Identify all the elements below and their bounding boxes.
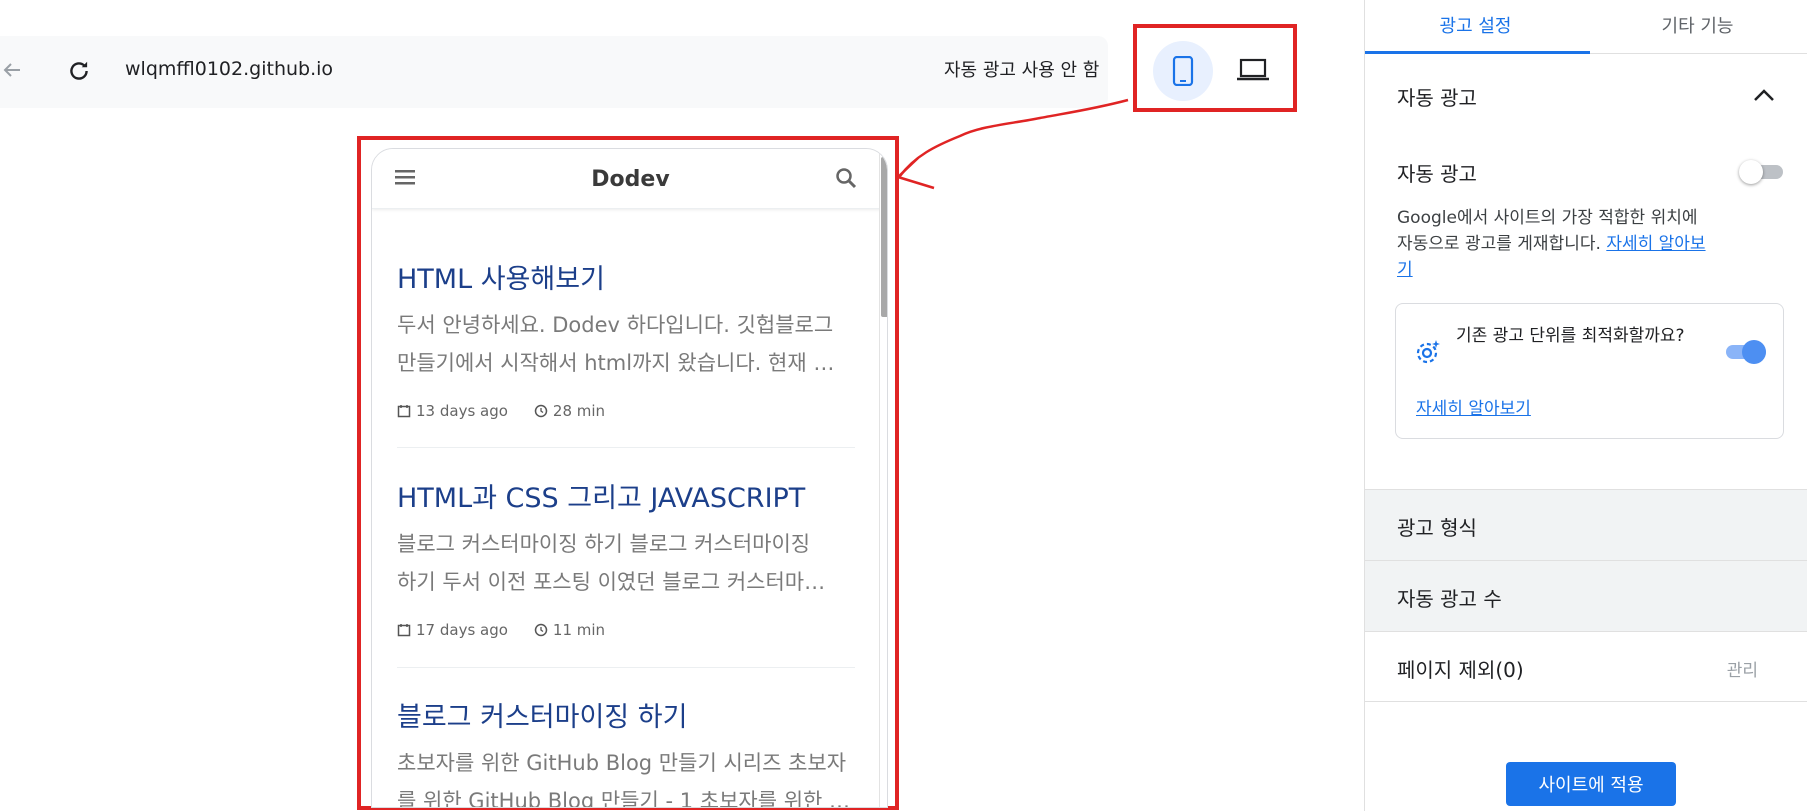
post-divider [397, 667, 855, 668]
mobile-preview-frame: Dodev HTML 사용해보기 두서 안녕하세요. Dodev 하다입니다. … [371, 148, 888, 808]
post-date: 17 days ago [397, 621, 508, 639]
scrollbar-thumb[interactable] [881, 157, 887, 317]
laptop-icon[interactable] [1237, 56, 1269, 84]
toggle-knob [1742, 340, 1766, 364]
page-exclusion-section: 페이지 제외(0) 관리 [1365, 631, 1807, 702]
calendar-icon [397, 405, 411, 418]
auto-ads-section-title[interactable]: 자동 광고 [1397, 82, 1477, 111]
post-date: 13 days ago [397, 402, 508, 420]
chevron-up-icon[interactable] [1753, 88, 1775, 102]
annotation-arrow [895, 98, 1129, 190]
mobile-phone-icon [1172, 56, 1194, 86]
auto-ad-count-section[interactable]: 자동 광고 수 [1365, 560, 1807, 631]
post-item[interactable]: 블로그 커스터마이징 하기 초보자를 위한 GitHub Blog 만들기 시리… [397, 695, 855, 808]
post-meta: 17 days ago 11 min [397, 621, 855, 639]
ad-settings-panel: 광고 설정 기타 기능 자동 광고 자동 광고 Google에서 사이트의 가장… [1364, 0, 1807, 811]
tab-ad-settings[interactable]: 광고 설정 [1365, 12, 1586, 38]
optimize-toggle[interactable] [1722, 340, 1766, 364]
post-read-time-text: 11 min [552, 621, 606, 639]
preview-scrollbar[interactable] [879, 149, 887, 807]
post-title[interactable]: HTML 사용해보기 [397, 257, 855, 296]
post-title[interactable]: HTML과 CSS 그리고 JAVASCRIPT [397, 476, 855, 515]
excerpt-line: 두서 안녕하세요. Dodev 하다입니다. 깃헙블로그 [397, 313, 834, 337]
post-excerpt: 블로그 커스터마이징 하기 블로그 커스터마이징 하기 두서 이전 포스팅 이였… [397, 525, 855, 601]
post-read-time-text: 28 min [552, 402, 606, 420]
clock-icon [534, 623, 548, 637]
mobile-view-button[interactable] [1153, 41, 1213, 101]
screen: wlqmffl0102.github.io 자동 광고 사용 안 함 Dodev [0, 0, 1807, 811]
excerpt-line: 만들기에서 시작해서 html까지 왔습니다. 현재 … [397, 351, 835, 375]
auto-ad-count-label: 자동 광고 수 [1397, 587, 1502, 611]
optimize-learn-more-link[interactable]: 자세히 알아보기 [1416, 394, 1531, 419]
toggle-knob [1739, 160, 1763, 184]
reload-icon[interactable] [66, 58, 92, 84]
post-divider [397, 447, 855, 448]
auto-ads-toggle-label: 자동 광고 [1397, 162, 1477, 186]
clock-icon [534, 404, 548, 418]
post-meta: 13 days ago 28 min [397, 402, 855, 420]
post-excerpt: 초보자를 위한 GitHub Blog 만들기 시리즈 초보자 를 위한 Git… [397, 744, 855, 808]
post-date-text: 13 days ago [416, 402, 508, 420]
site-header: Dodev [372, 149, 887, 209]
active-tab-indicator [1365, 51, 1590, 54]
gear-sparkle-icon [1416, 340, 1440, 364]
optimize-existing-ads-card: 기존 광고 단위를 최적화할까요? 자세히 알아보기 [1395, 303, 1784, 439]
optimize-question: 기존 광고 단위를 최적화할까요? [1456, 326, 1685, 346]
search-icon[interactable] [835, 167, 857, 189]
post-item[interactable]: HTML과 CSS 그리고 JAVASCRIPT 블로그 커스터마이징 하기 블… [397, 476, 855, 639]
calendar-icon [397, 624, 411, 637]
auto-ads-description: Google에서 사이트의 가장 적합한 위치에 자동으로 광고를 게재합니다.… [1397, 205, 1715, 283]
ad-format-label: 광고 형식 [1397, 516, 1477, 540]
url-text: wlqmffl0102.github.io [125, 58, 334, 80]
ad-format-section[interactable]: 광고 형식 [1365, 489, 1807, 560]
excerpt-line: 하기 두서 이전 포스팅 이였던 블로그 커스터마… [397, 570, 826, 594]
auto-ads-toggle[interactable] [1739, 160, 1783, 184]
post-title[interactable]: 블로그 커스터마이징 하기 [397, 695, 855, 734]
excerpt-line: 블로그 커스터마이징 하기 블로그 커스터마이징 [397, 532, 811, 556]
post-read-time: 11 min [534, 621, 605, 639]
site-title[interactable]: Dodev [372, 167, 887, 192]
apply-to-site-button[interactable]: 사이트에 적용 [1506, 762, 1676, 806]
manage-link[interactable]: 관리 [1727, 656, 1758, 681]
excerpt-line: 를 위한 GitHub Blog 만들기 - 1 초보자를 위한 … [397, 789, 851, 808]
tab-other-features[interactable]: 기타 기능 [1587, 12, 1807, 38]
panel-tabs: 광고 설정 기타 기능 [1365, 0, 1807, 54]
post-date-text: 17 days ago [416, 621, 508, 639]
post-excerpt: 두서 안녕하세요. Dodev 하다입니다. 깃헙블로그 만들기에서 시작해서 … [397, 306, 855, 382]
auto-ads-status-text: 자동 광고 사용 안 함 [944, 60, 1100, 81]
post-item[interactable]: HTML 사용해보기 두서 안녕하세요. Dodev 하다입니다. 깃헙블로그 … [397, 257, 855, 420]
post-read-time: 28 min [534, 402, 605, 420]
page-exclusion-label: 페이지 제외(0) [1397, 658, 1524, 682]
excerpt-line: 초보자를 위한 GitHub Blog 만들기 시리즈 초보자 [397, 751, 847, 775]
arrow-left-icon[interactable] [0, 58, 24, 82]
